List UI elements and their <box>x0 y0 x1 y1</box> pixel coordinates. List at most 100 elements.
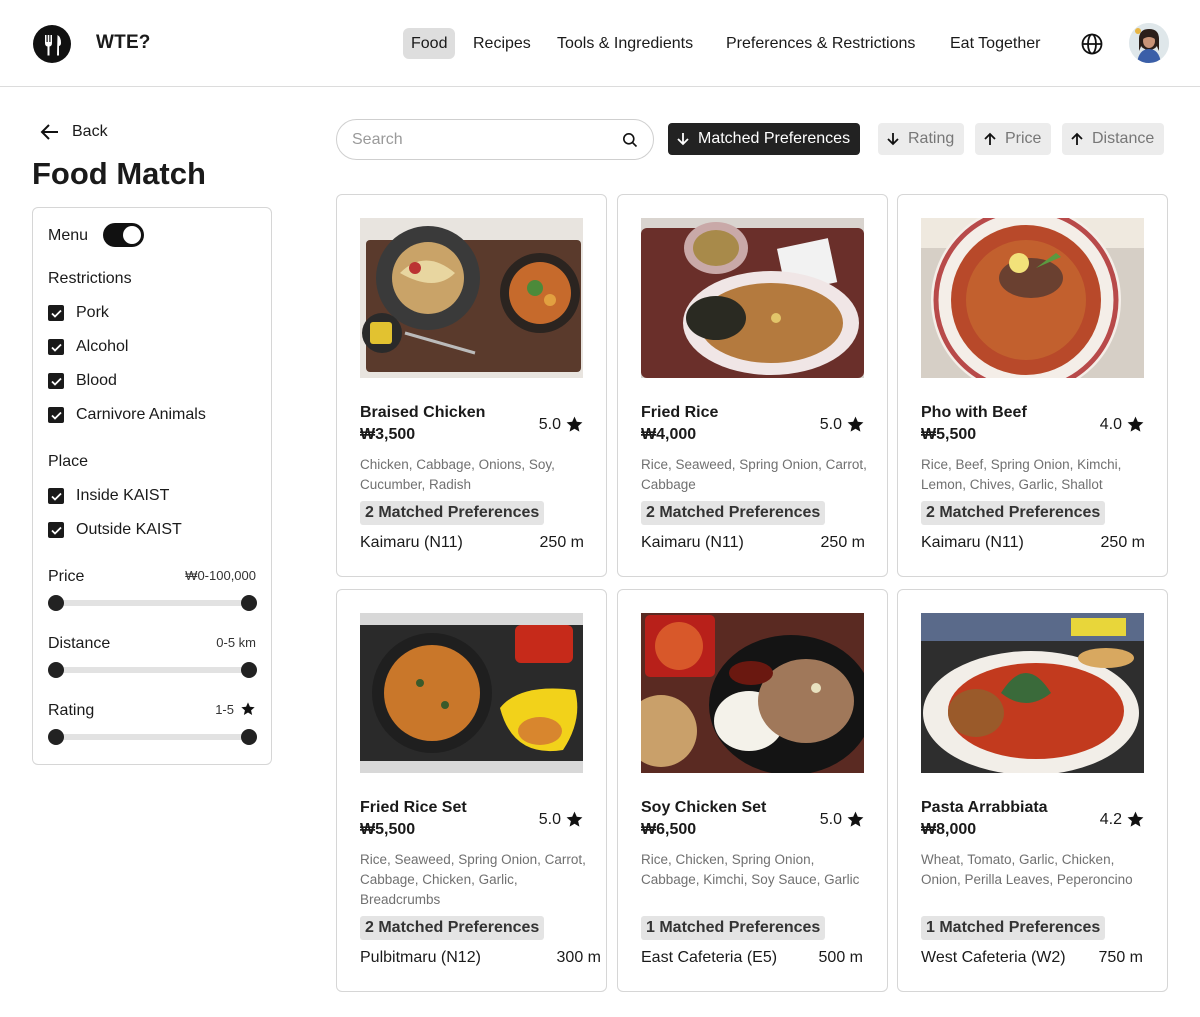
arrow-down-icon <box>887 133 899 146</box>
matched-preferences-badge: 2 Matched Preferences <box>360 501 545 525</box>
price-slider-max-thumb[interactable] <box>241 595 257 611</box>
food-name: Fried Rice Set <box>360 799 467 816</box>
food-rating: 5.0 <box>820 415 865 434</box>
distance-range-value: 0-5 km <box>216 635 256 650</box>
rating-value: 5.0 <box>538 810 561 828</box>
food-ingredients: Chicken, Cabbage, Onions, Soy, Cucumber,… <box>360 457 555 492</box>
sort-price-button[interactable]: Price <box>975 123 1052 155</box>
search-input[interactable] <box>352 129 612 151</box>
restaurant-distance: 300 m <box>556 949 601 966</box>
page-title: Food Match <box>32 156 206 191</box>
arrow-left-icon <box>40 124 58 140</box>
matched-preferences-badge: 1 Matched Preferences <box>641 916 826 940</box>
distance-slider[interactable] <box>48 662 257 678</box>
nav-food[interactable]: Food <box>403 28 456 59</box>
sort-matched-preferences-button[interactable]: Matched Preferences <box>668 123 861 155</box>
checkbox-checked-icon <box>48 488 64 504</box>
food-name: Fried Rice <box>641 404 719 421</box>
food-ingredients: Rice, Chicken, Spring Onion, Cabbage, Ki… <box>641 852 860 887</box>
rating-heading: Rating <box>48 702 95 719</box>
arrow-up-icon <box>984 132 996 145</box>
food-rating: 5.0 <box>539 810 584 829</box>
food-ingredients: Rice, Beef, Spring Onion, Kimchi, Lemon,… <box>921 457 1122 492</box>
top-navbar: WTE? Food Recipes Tools & Ingredients Pr… <box>0 0 1200 87</box>
restriction-checkbox-carnivore-animals[interactable]: Carnivore Animals <box>48 406 206 424</box>
rating-value: 5.0 <box>819 415 842 433</box>
restrictions-heading: Restrictions <box>48 270 132 287</box>
food-price: ₩4,000 <box>641 426 697 443</box>
toggle-knob <box>123 226 141 244</box>
restriction-label: Alcohol <box>76 338 129 355</box>
nav-preferences-restrictions[interactable]: Preferences & Restrictions <box>718 28 923 59</box>
price-slider[interactable] <box>48 595 257 611</box>
sort-label: Price <box>1005 130 1042 147</box>
user-avatar[interactable] <box>1129 23 1169 63</box>
brand-name[interactable]: WTE? <box>96 32 151 54</box>
search-icon[interactable] <box>622 132 638 148</box>
distance-heading: Distance <box>48 635 111 652</box>
nav-recipes[interactable]: Recipes <box>465 28 539 59</box>
food-photo <box>641 613 864 773</box>
sort-distance-button[interactable]: Distance <box>1062 123 1165 155</box>
food-card[interactable]: Fried Rice ₩4,000 5.0 Rice, Seaweed, Spr… <box>617 194 888 577</box>
arrow-up-icon <box>1071 132 1083 145</box>
avatar-image <box>1129 23 1169 63</box>
food-rating: 5.0 <box>539 415 584 434</box>
food-card[interactable]: Fried Rice Set ₩5,500 5.0 Rice, Seaweed,… <box>336 589 607 992</box>
restaurant-distance: 250 m <box>539 534 584 551</box>
restriction-checkbox-blood[interactable]: Blood <box>48 372 117 390</box>
nav-tools-ingredients[interactable]: Tools & Ingredients <box>549 28 701 59</box>
restaurant-place: Kaimaru (N11) <box>921 534 1024 551</box>
restriction-checkbox-pork[interactable]: Pork <box>48 304 109 322</box>
food-name: Pho with Beef <box>921 404 1027 421</box>
menu-toggle[interactable] <box>103 223 144 247</box>
matched-preferences-badge: 2 Matched Preferences <box>641 501 826 525</box>
star-icon <box>847 811 864 827</box>
food-card[interactable]: Pasta Arrabbiata ₩8,000 4.2 Wheat, Tomat… <box>897 589 1168 992</box>
distance-slider-max-thumb[interactable] <box>241 662 257 678</box>
restaurant-distance: 500 m <box>818 949 863 966</box>
sort-rating-button[interactable]: Rating <box>878 123 965 155</box>
star-icon <box>241 702 255 715</box>
food-price: ₩6,500 <box>641 821 697 838</box>
food-ingredients: Wheat, Tomato, Garlic, Chicken, Onion, P… <box>921 852 1133 887</box>
place-checkbox-inside-kaist[interactable]: Inside KAIST <box>48 487 169 505</box>
star-icon <box>1127 416 1144 432</box>
food-rating: 4.0 <box>1100 415 1145 434</box>
food-price: ₩3,500 <box>360 426 416 443</box>
food-name: Pasta Arrabbiata <box>921 799 1048 816</box>
food-card[interactable]: Soy Chicken Set ₩6,500 5.0 Rice, Chicken… <box>617 589 888 992</box>
restaurant-distance: 750 m <box>1098 949 1143 966</box>
place-checkbox-outside-kaist[interactable]: Outside KAIST <box>48 521 182 539</box>
checkbox-checked-icon <box>48 407 64 423</box>
restriction-checkbox-alcohol[interactable]: Alcohol <box>48 338 128 356</box>
star-icon <box>847 416 864 432</box>
rating-slider-min-thumb[interactable] <box>48 729 64 745</box>
star-icon <box>1127 811 1144 827</box>
restaurant-distance: 250 m <box>1100 534 1145 551</box>
food-card[interactable]: Braised Chicken ₩3,500 5.0 Chicken, Cabb… <box>336 194 607 577</box>
restaurant-distance: 250 m <box>820 534 865 551</box>
rating-slider-max-thumb[interactable] <box>241 729 257 745</box>
fork-knife-logo-icon[interactable] <box>33 25 71 63</box>
food-photo <box>921 613 1144 773</box>
checkbox-checked-icon <box>48 339 64 355</box>
food-card[interactable]: Pho with Beef ₩5,500 4.0 Rice, Beef, Spr… <box>897 194 1168 577</box>
back-button[interactable]: Back <box>40 123 108 141</box>
distance-slider-min-thumb[interactable] <box>48 662 64 678</box>
matched-preferences-badge: 1 Matched Preferences <box>921 916 1106 940</box>
nav-eat-together[interactable]: Eat Together <box>942 28 1048 59</box>
sort-label: Matched Preferences <box>698 130 851 147</box>
food-price: ₩5,500 <box>360 821 416 838</box>
globe-icon[interactable] <box>1080 32 1104 56</box>
price-range-value: ₩0-100,000 <box>185 568 256 583</box>
restaurant-place: Pulbitmaru (N12) <box>360 949 481 966</box>
food-rating: 5.0 <box>820 810 865 829</box>
search-bar[interactable] <box>336 119 654 160</box>
price-slider-min-thumb[interactable] <box>48 595 64 611</box>
food-name: Braised Chicken <box>360 404 486 421</box>
food-photo <box>641 218 864 378</box>
rating-slider[interactable] <box>48 729 257 745</box>
price-heading: Price <box>48 568 85 585</box>
checkbox-checked-icon <box>48 522 64 538</box>
